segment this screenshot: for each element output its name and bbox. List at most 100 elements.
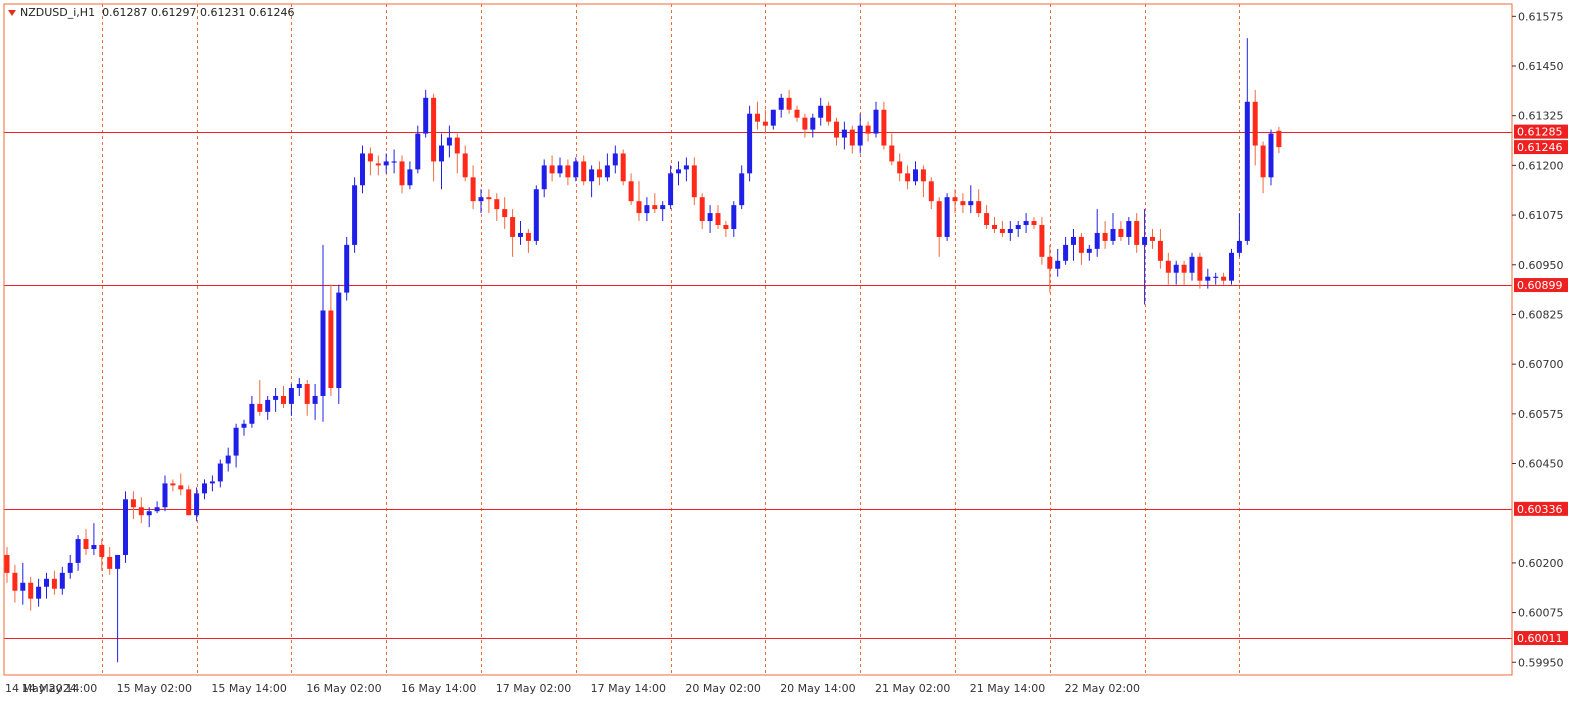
candle bbox=[865, 121, 871, 142]
candle-body bbox=[478, 197, 484, 202]
candle bbox=[1039, 217, 1045, 265]
candle-body bbox=[1078, 236, 1084, 253]
candle-body bbox=[431, 97, 437, 162]
candle-body bbox=[1142, 236, 1148, 245]
candle bbox=[541, 159, 547, 198]
candle-body bbox=[581, 161, 587, 182]
price-tick-label: 0.60825 bbox=[1518, 308, 1564, 321]
candle-body bbox=[1055, 260, 1061, 269]
candle-body bbox=[510, 217, 516, 237]
candlestick-chart[interactable]: 0.61575 0.61450 0.61325 0.61200 0.61075 0.609… bbox=[0, 0, 1586, 709]
candle bbox=[810, 113, 816, 138]
candle-body bbox=[628, 181, 634, 202]
candle bbox=[620, 149, 626, 186]
candle bbox=[478, 189, 484, 214]
candle-body bbox=[486, 197, 492, 200]
candle bbox=[968, 185, 974, 214]
candle-body bbox=[691, 165, 697, 198]
price-tick-label: 0.61575 bbox=[1518, 10, 1564, 23]
candle-body bbox=[446, 137, 452, 146]
candle bbox=[217, 459, 223, 488]
candle-body bbox=[1189, 256, 1195, 273]
candle bbox=[83, 529, 89, 555]
candle bbox=[391, 149, 397, 174]
candle bbox=[652, 193, 658, 214]
time-tick-label: 20 May 02:00 bbox=[685, 682, 760, 695]
candle bbox=[257, 380, 263, 416]
candle bbox=[889, 133, 895, 166]
candle-body bbox=[739, 173, 745, 206]
candle bbox=[1244, 38, 1250, 245]
candle-body bbox=[604, 165, 610, 178]
candle bbox=[494, 193, 500, 222]
time-tick-label: 14 May 14:00 bbox=[22, 682, 97, 695]
price-tick-label: 0.61200 bbox=[1518, 159, 1564, 172]
candle bbox=[1078, 232, 1084, 265]
price-tick-label: 0.61450 bbox=[1518, 60, 1564, 73]
candle bbox=[960, 193, 966, 214]
candle-body bbox=[194, 493, 200, 516]
candle bbox=[241, 419, 247, 436]
candle-body bbox=[1213, 276, 1219, 278]
candle bbox=[209, 475, 215, 492]
candle-body bbox=[67, 562, 73, 573]
candle-body bbox=[999, 228, 1005, 233]
candle bbox=[928, 177, 934, 210]
candle-body bbox=[834, 121, 839, 138]
candle-body bbox=[273, 395, 279, 400]
candle bbox=[1086, 244, 1092, 261]
candle-body bbox=[557, 165, 563, 174]
candle-body bbox=[146, 511, 152, 516]
candle-body bbox=[525, 232, 531, 241]
candle-body bbox=[233, 427, 239, 456]
candle bbox=[59, 566, 65, 595]
candle-body bbox=[462, 153, 468, 178]
candle bbox=[597, 161, 602, 186]
candle-body bbox=[20, 582, 26, 591]
candle-body bbox=[202, 483, 207, 494]
candle bbox=[936, 197, 942, 257]
candle-body bbox=[281, 395, 286, 404]
candle bbox=[4, 547, 10, 583]
candle-body bbox=[1205, 276, 1211, 281]
candle bbox=[186, 485, 192, 516]
candle bbox=[423, 89, 429, 138]
candle-body bbox=[818, 105, 824, 118]
candle bbox=[1126, 217, 1132, 245]
candle bbox=[644, 197, 650, 222]
price-label: 0.61246 bbox=[1514, 140, 1568, 155]
candle-body bbox=[375, 163, 381, 166]
candle bbox=[470, 165, 476, 210]
candle bbox=[920, 165, 926, 198]
candle-body bbox=[399, 161, 405, 186]
candle-body bbox=[770, 109, 776, 126]
candle-body bbox=[391, 161, 397, 163]
candle bbox=[336, 284, 342, 404]
candle bbox=[1157, 228, 1163, 269]
candle-body bbox=[1197, 256, 1203, 281]
candle-body bbox=[415, 133, 421, 170]
time-tick-label: 17 May 14:00 bbox=[591, 682, 666, 695]
candle-body bbox=[1244, 101, 1250, 241]
candle bbox=[1276, 126, 1282, 154]
candle bbox=[984, 205, 990, 229]
candle bbox=[1031, 217, 1037, 229]
candle-body bbox=[660, 205, 666, 210]
candle bbox=[1229, 248, 1234, 285]
candle-body bbox=[296, 384, 302, 388]
candle-body bbox=[1102, 232, 1108, 241]
candle bbox=[454, 133, 460, 174]
candle-body bbox=[992, 225, 997, 229]
candle bbox=[589, 165, 595, 198]
candle bbox=[794, 105, 800, 122]
candle-body bbox=[407, 169, 413, 186]
candle-body bbox=[209, 481, 215, 484]
candle-body bbox=[44, 578, 49, 587]
candle bbox=[818, 97, 824, 126]
candle bbox=[976, 189, 982, 218]
candle-body bbox=[976, 201, 982, 214]
price-tick-label: 0.61325 bbox=[1518, 110, 1564, 123]
time-tick-label: 16 May 14:00 bbox=[401, 682, 476, 695]
candle-body bbox=[715, 213, 721, 226]
candle bbox=[636, 181, 642, 222]
